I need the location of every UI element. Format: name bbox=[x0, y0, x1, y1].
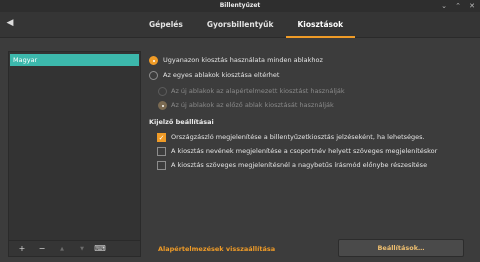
radio-new-previous-label: Az új ablakok az előző ablak kiosztását … bbox=[171, 101, 334, 109]
tab-kiosztasok[interactable]: Kiosztások bbox=[285, 12, 356, 38]
minimize-icon[interactable]: ⌄ bbox=[440, 2, 448, 10]
layout-list: Magyar + − ▲ ▼ ⌨ bbox=[8, 51, 141, 257]
radio-separate-layout[interactable] bbox=[149, 71, 158, 80]
remove-icon[interactable]: − bbox=[36, 243, 48, 255]
radio-same-layout-label: Ugyanazon kiosztás használata minden abl… bbox=[163, 56, 323, 64]
radio-new-default[interactable] bbox=[158, 87, 167, 96]
checkbox-group-name-label: A kiosztás nevének megjelenítése a csopo… bbox=[171, 147, 438, 155]
settings-button[interactable]: Beállítások… bbox=[338, 239, 464, 257]
layout-list-toolbar: + − ▲ ▼ ⌨ bbox=[9, 240, 140, 256]
tab-gepeles[interactable]: Gépelés bbox=[137, 12, 195, 38]
radio-new-default-label: Az új ablakok az alapértelmezett kiosztá… bbox=[171, 87, 345, 95]
title-bar: Billentyűzet ⌄ ⌃ ✕ bbox=[0, 0, 480, 12]
checkbox-flag-label: Országzászló megjelenítése a billentyűze… bbox=[171, 133, 425, 141]
move-down-icon[interactable]: ▼ bbox=[76, 243, 88, 255]
keyboard-icon[interactable]: ⌨ bbox=[94, 243, 106, 255]
header-bar: ◀ Gépelés Gyorsbillentyűk Kiosztások bbox=[0, 12, 480, 38]
radio-same-layout[interactable] bbox=[149, 56, 158, 65]
radio-new-previous[interactable] bbox=[158, 101, 167, 110]
checkbox-uppercase-label: A kiosztás szöveges megjelenítésnél a na… bbox=[171, 161, 428, 169]
layout-item-magyar[interactable]: Magyar bbox=[10, 54, 139, 66]
checkbox-group-name[interactable] bbox=[157, 147, 166, 156]
back-arrow-icon[interactable]: ◀ bbox=[4, 17, 16, 29]
add-icon[interactable]: + bbox=[16, 243, 28, 255]
reset-defaults-button[interactable]: Alapértelmezések visszaállítása bbox=[158, 245, 275, 255]
tab-bar: Gépelés Gyorsbillentyűk Kiosztások bbox=[137, 12, 356, 38]
close-icon[interactable]: ✕ bbox=[468, 2, 476, 10]
move-up-icon[interactable]: ▲ bbox=[56, 243, 68, 255]
window-title: Billentyűzet bbox=[219, 2, 261, 9]
indicator-section-title: Kijelző beállításai bbox=[149, 118, 214, 126]
checkbox-uppercase[interactable] bbox=[157, 161, 166, 170]
maximize-icon[interactable]: ⌃ bbox=[454, 2, 462, 10]
checkbox-flag[interactable]: ✓ bbox=[157, 133, 166, 142]
tab-gyorsbillentyuk[interactable]: Gyorsbillentyűk bbox=[195, 12, 286, 38]
radio-separate-layout-label: Az egyes ablakok kiosztása eltérhet bbox=[163, 71, 280, 79]
window-controls: ⌄ ⌃ ✕ bbox=[440, 2, 476, 10]
